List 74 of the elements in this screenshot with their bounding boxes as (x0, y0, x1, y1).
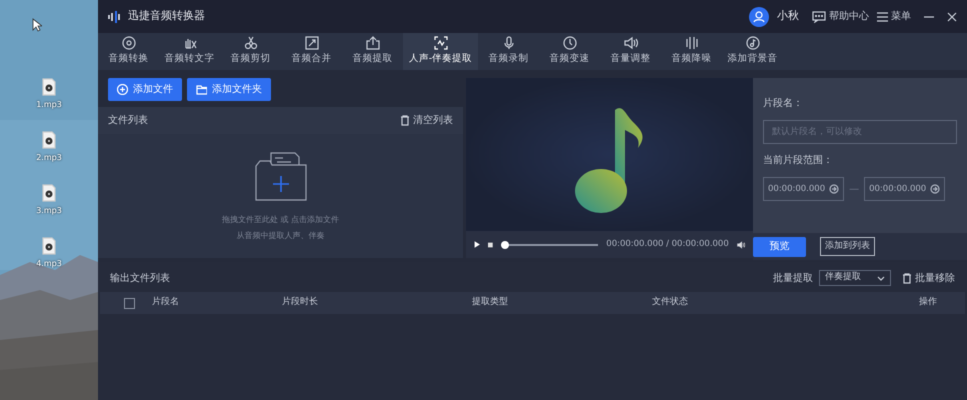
toolbar-tab[interactable]: 音频提取 (342, 33, 403, 70)
trash-icon (902, 272, 912, 284)
speaker-icon (624, 36, 638, 50)
time-field[interactable]: 00:00:00.000 (763, 177, 844, 201)
toolbar-tab[interactable]: 音量调整 (600, 33, 661, 70)
file-name: 4.mp3 (36, 258, 62, 270)
audio-file-icon (42, 131, 56, 149)
column-header: 片段时长 (282, 296, 319, 310)
toolbar-tab[interactable]: 音频转换 (98, 33, 159, 70)
avatar-icon (749, 6, 769, 26)
audio-file-icon (42, 184, 56, 202)
field-label: 当前片段范围： (763, 154, 834, 168)
column-header: 操作 (919, 296, 937, 310)
toolbar-tab[interactable]: 音频合并 (281, 33, 342, 70)
music-disc-icon (746, 36, 760, 50)
caret-icon (877, 276, 885, 280)
toolbar-tab[interactable]: 音频转文字 (159, 33, 220, 70)
field-label: 片段名： (763, 96, 804, 111)
scissors-icon (244, 36, 258, 50)
export-icon (366, 36, 380, 50)
extract-type-select[interactable]: 伴奏提取 (819, 270, 891, 286)
time-field[interactable]: 00:00:00.000 (864, 177, 946, 201)
stop-icon (488, 240, 493, 248)
output-title: 输出文件列表 (110, 272, 170, 286)
app-logo-icon (108, 10, 120, 24)
select-all-checkbox[interactable] (124, 298, 135, 308)
drop-hint: 拖拽文件至此处 或 点击添加文件 (222, 214, 340, 226)
audio-file-icon (42, 237, 56, 255)
time-readout: 00:00:00.000 / 00:00:00.000 (606, 238, 729, 251)
toolbar-tab[interactable]: 音频变速 (539, 33, 600, 70)
chat-icon (812, 10, 826, 22)
toolbar-tab[interactable]: 音频录制 (478, 33, 539, 70)
folder-add-icon (252, 150, 308, 202)
menu-button[interactable]: 菜单 (877, 9, 911, 24)
convert-icon (122, 36, 136, 50)
add-button[interactable]: 添加文件 (108, 78, 182, 101)
play-icon (474, 239, 480, 250)
menu-icon (877, 12, 888, 22)
trash-icon (400, 115, 410, 126)
help-button[interactable]: 帮助中心 (812, 9, 869, 24)
toolbar-tab[interactable]: 音频剪切 (220, 33, 281, 70)
close-button[interactable] (947, 12, 957, 22)
file-name: 3.mp3 (36, 205, 62, 217)
progress-thumb[interactable] (500, 240, 509, 248)
plus-circle-icon (117, 84, 128, 95)
merge-icon (304, 36, 318, 50)
preview-button[interactable]: 预览 (753, 236, 806, 256)
file-name: 2.mp3 (36, 152, 62, 164)
range-separator: — (849, 182, 860, 196)
batch-remove-button[interactable]: 批量移除 (902, 270, 955, 286)
drop-hint: 从音频中提取人声、伴奏 (236, 230, 324, 242)
column-header: 文件状态 (652, 296, 689, 310)
volume-icon (736, 238, 745, 250)
window-title: 迅捷音频转换器 (128, 8, 205, 24)
batch-label: 批量提取 (773, 272, 813, 286)
toolbar-tab[interactable]: 音频降噪 (661, 33, 722, 70)
toolbar-tab[interactable]: 人声-伴奏提取 (403, 33, 478, 70)
waveform-icon (684, 36, 698, 50)
column-header: 片段名 (152, 296, 180, 310)
clock-icon (562, 36, 576, 50)
add-to-list-button[interactable]: 添加到列表 (820, 236, 875, 256)
close-icon (947, 12, 957, 22)
clear-list-button[interactable]: 清空列表 (400, 113, 453, 128)
add-button[interactable]: 添加文件夹 (187, 78, 271, 101)
column-header: 提取类型 (472, 296, 509, 310)
audio-file-icon (42, 78, 56, 96)
toolbar-tab[interactable]: 添加背景音 (722, 33, 783, 70)
cursor-icon (32, 18, 42, 32)
user-name: 小秋 (777, 8, 799, 24)
scan-icon (434, 36, 448, 50)
microphone-icon (502, 36, 516, 50)
folder-icon (196, 84, 207, 95)
list-title: 文件列表 (108, 114, 148, 128)
file-name: 1.mp3 (36, 99, 62, 111)
